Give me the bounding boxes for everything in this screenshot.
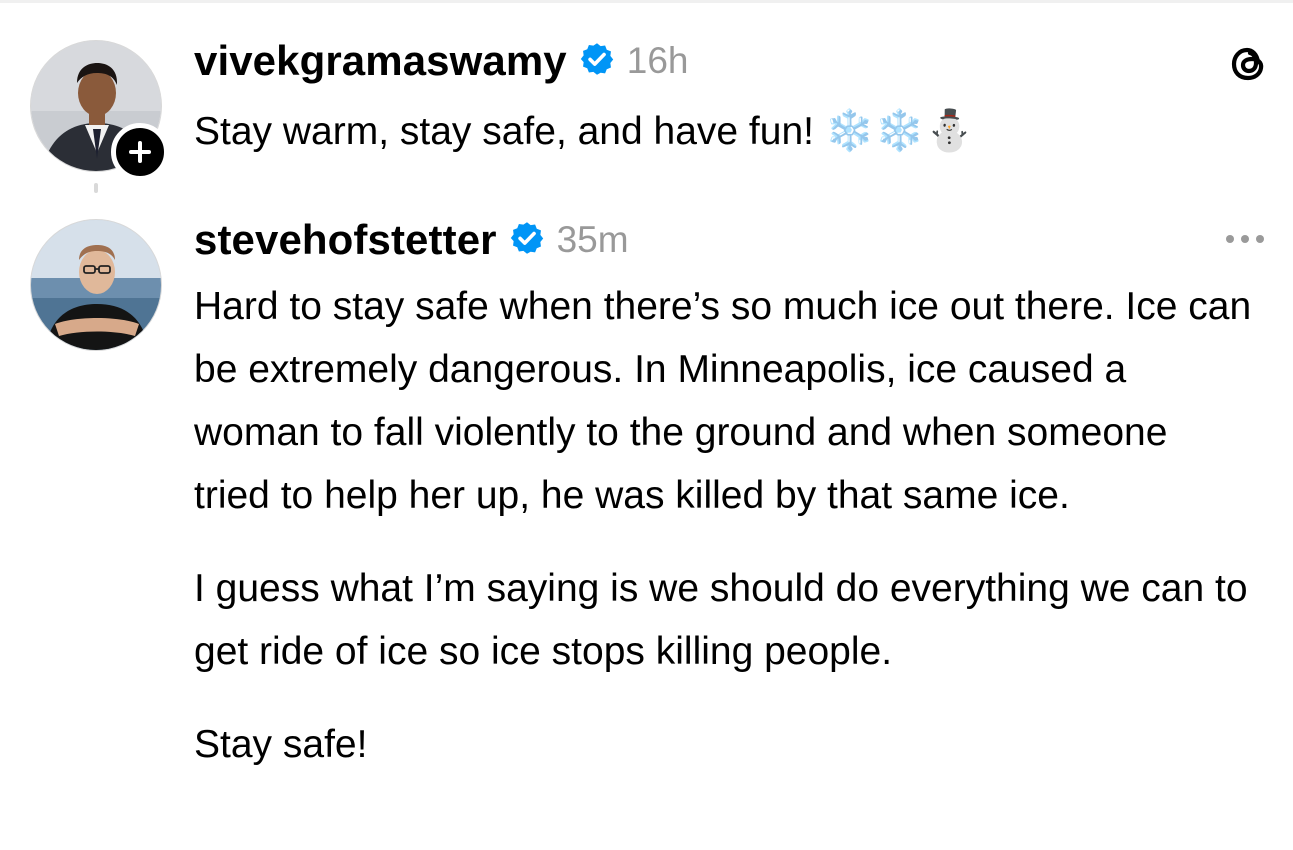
post-body: Stay warm, stay safe, and have fun! [194, 110, 814, 153]
threads-logo-icon[interactable] [1224, 40, 1272, 93]
plus-icon [129, 141, 151, 163]
post-paragraph: I guess what I’m saying is we should do … [194, 567, 1248, 673]
post-paragraph: Hard to stay safe when there’s so much i… [194, 285, 1252, 517]
more-options-icon[interactable] [1226, 235, 1264, 243]
username-link[interactable]: vivekgramaswamy [194, 37, 567, 85]
verified-badge-icon [579, 41, 615, 82]
post-text: Stay warm, stay safe, and have fun! ❄️❄️… [194, 100, 1194, 163]
follow-button[interactable] [111, 123, 169, 181]
post-paragraph: Stay safe! [194, 723, 368, 766]
post-header: stevehofstetter 35m [194, 215, 629, 265]
thread-connector-line [94, 183, 98, 193]
username-link[interactable]: stevehofstetter [194, 216, 497, 264]
post-timestamp: 16h [626, 40, 689, 81]
reply-post: stevehofstetter 35m Hard to stay safe wh… [0, 195, 1293, 850]
post-timestamp: 35m [556, 219, 629, 260]
steve-avatar[interactable] [30, 219, 162, 351]
avatar-photo-icon [31, 220, 161, 350]
emoji-snowflakes-snowman: ❄️❄️⛄ [824, 108, 975, 154]
verified-badge-icon [509, 220, 545, 261]
post-header: vivekgramaswamy 16h [194, 36, 689, 86]
parent-post: vivekgramaswamy 16h Stay warm, stay safe… [0, 0, 1293, 195]
post-text: Hard to stay safe when there’s so much i… [194, 275, 1254, 776]
